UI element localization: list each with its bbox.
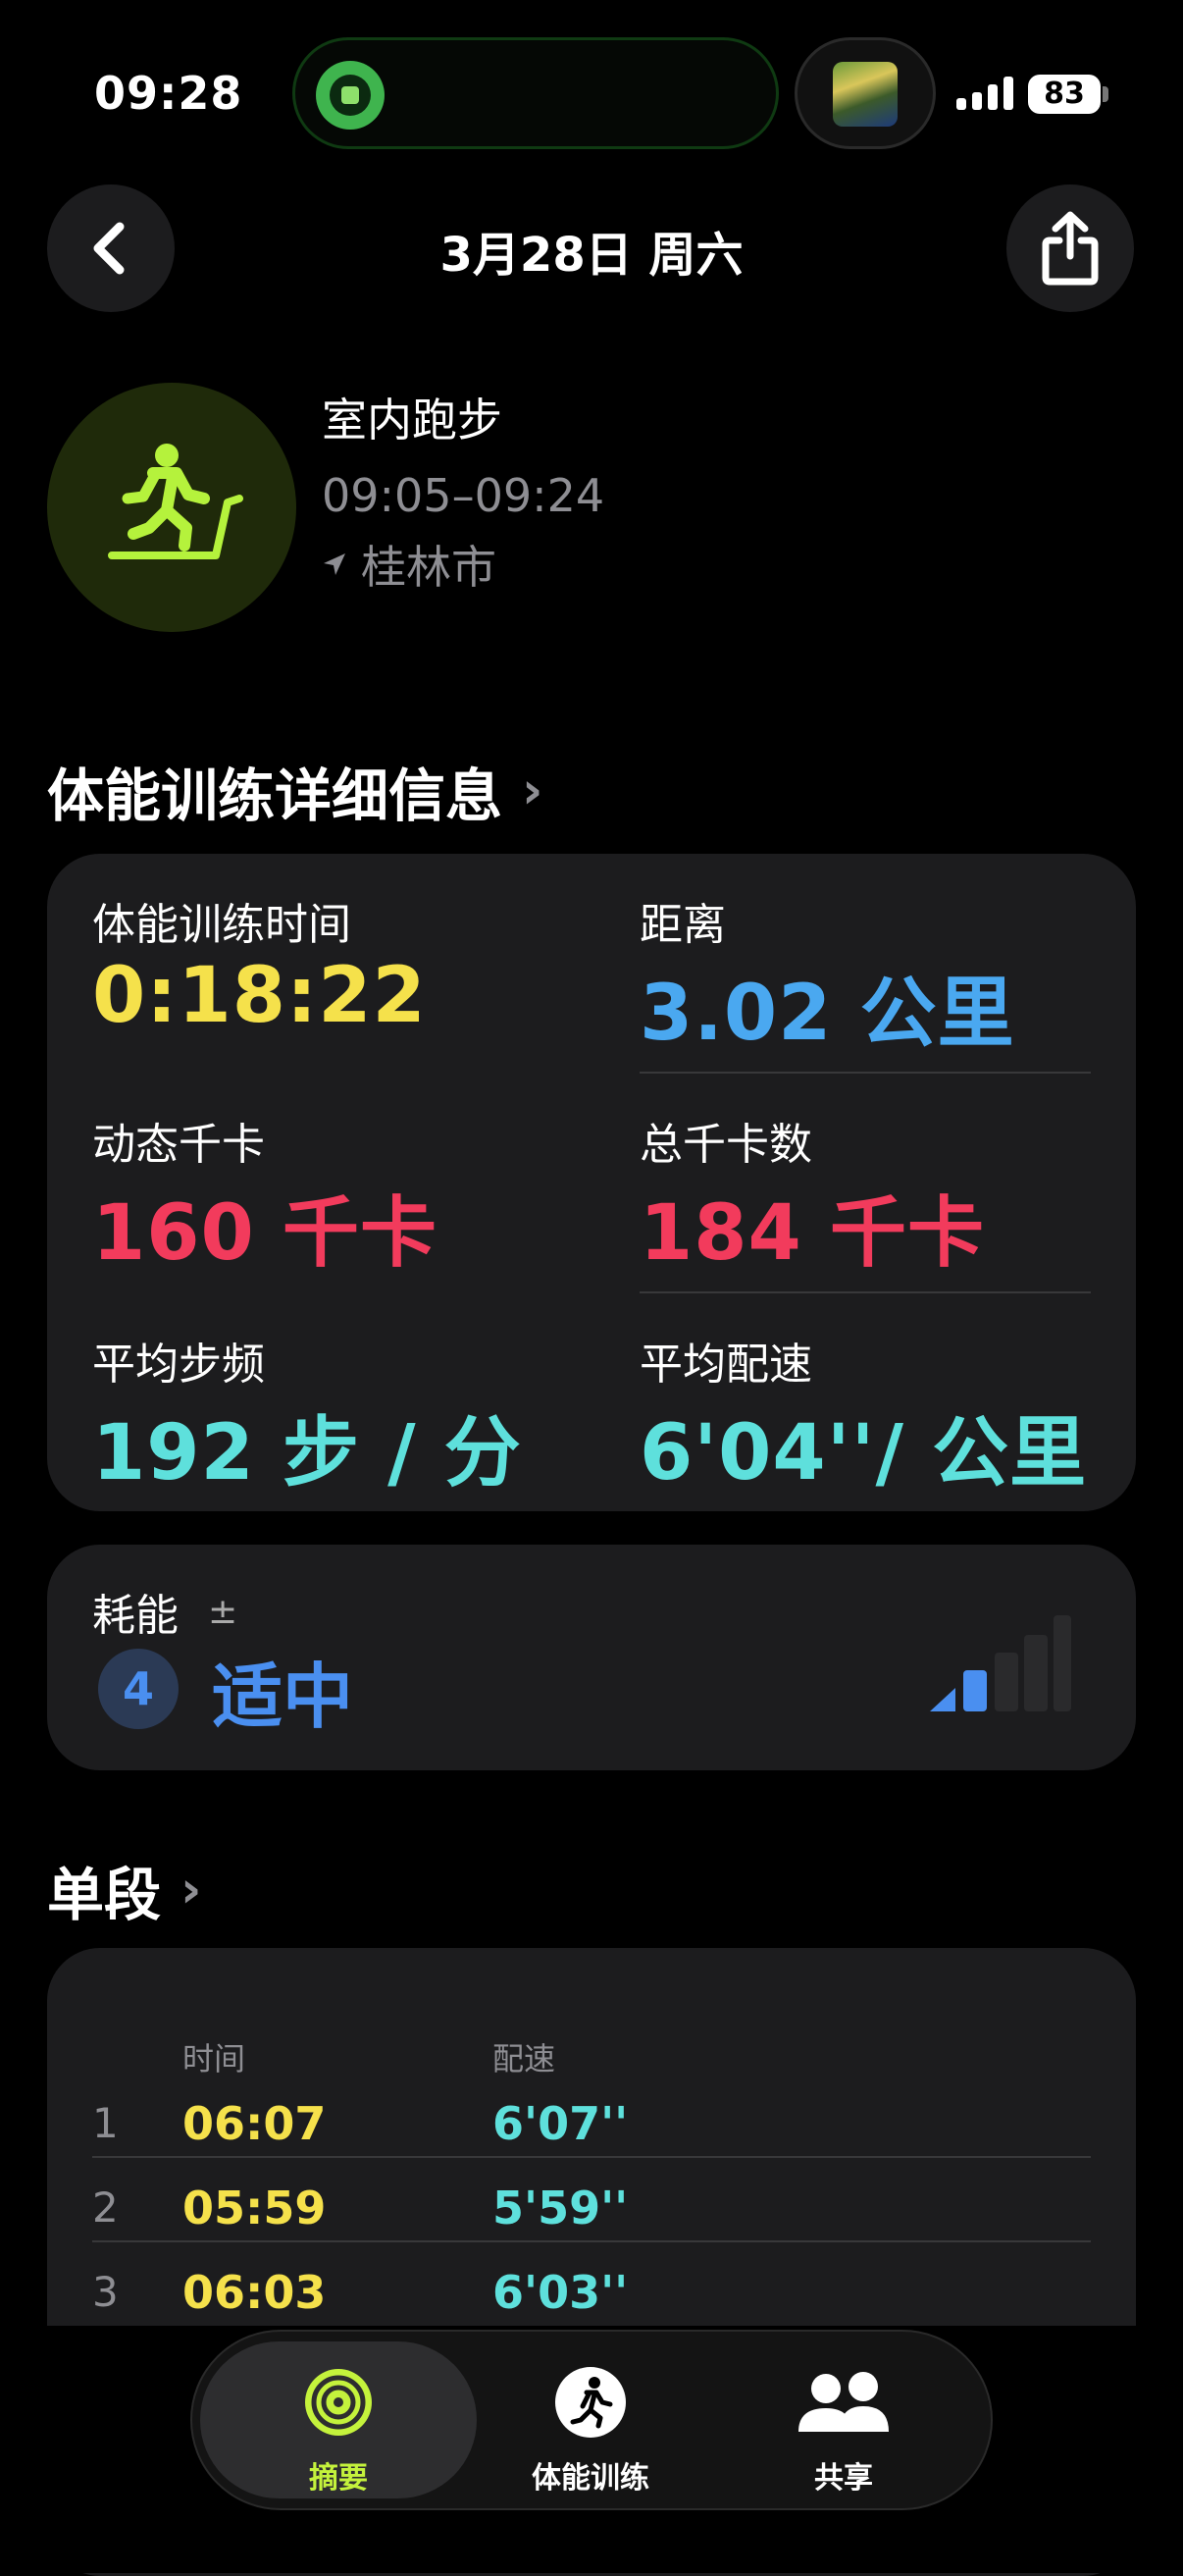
details-header[interactable]: 体能训练详细信息 › <box>47 750 542 832</box>
stat-label: 体能训练时间 <box>92 900 351 950</box>
stat-cadence: 平均步频 192 步 / 分 <box>92 1329 522 1501</box>
split-index: 2 <box>92 2183 119 2232</box>
workout-location: 桂林市 <box>322 532 496 597</box>
workout-name: 室内跑步 <box>322 394 502 447</box>
split-index: 1 <box>92 2099 119 2147</box>
divider <box>640 1072 1091 1074</box>
split-time: 06:07 <box>182 2097 327 2150</box>
splits-header[interactable]: 单段 › <box>47 1849 201 1931</box>
split-pace: 5'59'' <box>492 2182 629 2234</box>
col-pace-header: 配速 <box>492 2040 556 2077</box>
tab-label: 摘要 <box>309 2461 368 2496</box>
effort-label: 耗能 <box>92 1591 179 1641</box>
stat-label: 平均步频 <box>92 1340 265 1390</box>
details-header-label: 体能训练详细信息 <box>47 762 503 829</box>
effort-level-text: 适中 <box>212 1656 354 1738</box>
effort-level-badge: 4 <box>98 1649 179 1729</box>
running-figure-icon <box>555 2367 626 2438</box>
album-art-icon <box>833 62 898 127</box>
stat-value: 160 千卡 <box>92 1189 437 1278</box>
stat-value: 0:18:22 <box>92 952 427 1040</box>
tab-sharing[interactable]: 共享 <box>716 2363 971 2497</box>
activity-rings-icon <box>305 2369 372 2436</box>
share-button[interactable] <box>1006 184 1134 312</box>
live-activity-thumbnail[interactable] <box>795 37 936 149</box>
stat-duration: 体能训练时间 0:18:22 <box>92 889 427 1040</box>
divider <box>92 2240 1091 2242</box>
stat-distance: 距离 3.02 公里 <box>640 889 1015 1062</box>
plus-minus-icon: ± <box>208 1591 238 1632</box>
workout-time-range: 09:05–09:24 <box>322 469 605 522</box>
chevron-right-icon: › <box>522 762 543 820</box>
divider <box>640 1291 1091 1293</box>
status-time: 09:28 <box>94 67 243 120</box>
cellular-signal-icon <box>956 77 1013 110</box>
split-index: 3 <box>92 2268 119 2316</box>
share-icon <box>1042 211 1099 286</box>
stat-pace: 平均配速 6'04''/ 公里 <box>640 1329 1087 1501</box>
tab-label: 共享 <box>814 2461 873 2496</box>
split-pace: 6'03'' <box>492 2266 629 2319</box>
page-title: 3月28日 周六 <box>439 228 744 283</box>
battery-tip <box>1103 86 1108 102</box>
stat-value: 3.02 公里 <box>640 970 1015 1058</box>
stat-total-calories: 总千卡数 184 千卡 <box>640 1109 985 1282</box>
chevron-left-icon <box>93 222 125 275</box>
col-time-header: 时间 <box>182 2040 246 2077</box>
effort-meter-icon <box>930 1615 1071 1711</box>
location-arrow-icon <box>324 553 345 575</box>
indoor-run-icon <box>47 383 296 632</box>
split-pace: 6'07'' <box>492 2097 629 2150</box>
back-button[interactable] <box>47 184 175 312</box>
tab-label: 体能训练 <box>532 2461 649 2496</box>
stat-value: 192 步 / 分 <box>92 1409 522 1498</box>
tab-workouts[interactable]: 体能训练 <box>463 2363 718 2497</box>
stat-label: 总千卡数 <box>640 1120 812 1170</box>
effort-card[interactable]: 耗能 ± 4 适中 <box>47 1545 1136 1770</box>
splits-header-label: 单段 <box>47 1862 162 1928</box>
effort-title: 耗能 ± <box>92 1580 237 1643</box>
stat-label: 距离 <box>640 900 726 950</box>
battery-icon: 83 <box>1028 75 1101 114</box>
stat-label: 平均配速 <box>640 1340 812 1390</box>
stat-label: 动态千卡 <box>92 1120 265 1170</box>
divider <box>92 2156 1091 2158</box>
people-icon <box>798 2372 889 2432</box>
tab-summary[interactable]: 摘要 <box>211 2363 466 2497</box>
split-time: 05:59 <box>182 2182 327 2234</box>
chevron-right-icon: › <box>180 1861 202 1919</box>
split-time: 06:03 <box>182 2266 327 2319</box>
stat-value: 184 千卡 <box>640 1189 985 1278</box>
location-text: 桂林市 <box>361 541 496 594</box>
stat-active-calories: 动态千卡 160 千卡 <box>92 1109 437 1282</box>
stat-value: 6'04''/ 公里 <box>640 1409 1088 1498</box>
now-playing-icon[interactable] <box>316 61 385 130</box>
workout-stats-card[interactable]: 体能训练时间 0:18:22 距离 3.02 公里 动态千卡 160 千卡 总千… <box>47 854 1136 1511</box>
